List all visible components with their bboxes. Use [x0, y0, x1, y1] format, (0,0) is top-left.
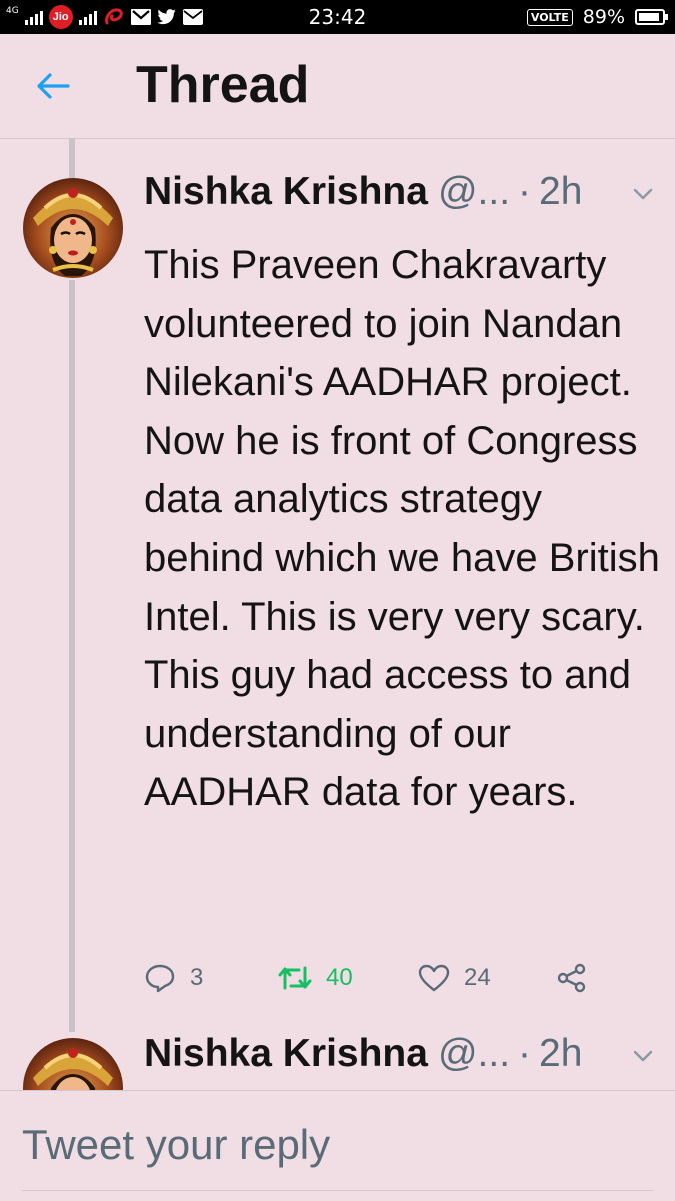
- author-handle[interactable]: @...: [438, 1032, 510, 1076]
- reply-underline: [22, 1189, 653, 1191]
- retweet-icon: [278, 966, 312, 990]
- battery-percent: 89%: [582, 6, 625, 28]
- reply-bar: Tweet your reply: [0, 1090, 675, 1201]
- goddess-avatar-image: [23, 178, 123, 278]
- separator-dot: ·: [518, 1032, 532, 1075]
- share-button[interactable]: [556, 958, 588, 998]
- thread-header: Thread: [0, 34, 675, 139]
- tweet-header: Nishka Krishna @... · 2h: [144, 170, 582, 220]
- tweet-menu-button[interactable]: [628, 1046, 658, 1066]
- chevron-down-icon: [633, 1050, 653, 1062]
- thread-connector-top: [69, 139, 75, 178]
- back-button[interactable]: [30, 67, 76, 105]
- avatar[interactable]: [23, 178, 123, 278]
- chevron-down-icon: [633, 188, 653, 200]
- reply-icon: [145, 964, 175, 993]
- tweet-timestamp[interactable]: 2h: [539, 170, 582, 214]
- author-handle[interactable]: @...: [438, 170, 510, 214]
- like-count: 24: [464, 964, 491, 991]
- share-icon: [557, 963, 586, 993]
- reply-input[interactable]: Tweet your reply: [22, 1121, 652, 1169]
- volte-indicator: VOLTE: [526, 8, 573, 26]
- battery-fill: [639, 13, 659, 21]
- arrow-left-icon: [37, 73, 70, 99]
- page-title: Thread: [136, 56, 310, 114]
- author-name[interactable]: Nishka Krishna: [144, 170, 428, 214]
- tweet-timestamp[interactable]: 2h: [539, 1032, 582, 1076]
- reply-count: 3: [190, 964, 204, 991]
- tweet-actions: 3 40 24: [144, 958, 604, 998]
- battery-icon: [635, 9, 668, 25]
- retweet-button[interactable]: 40: [278, 958, 353, 998]
- status-bar-right: VOLTE 89%: [526, 4, 668, 30]
- separator-dot: ·: [518, 170, 532, 213]
- heart-icon: [418, 964, 450, 992]
- like-button[interactable]: 24: [418, 958, 491, 998]
- tweet-menu-button[interactable]: [628, 184, 658, 204]
- author-name[interactable]: Nishka Krishna: [144, 1032, 428, 1076]
- retweet-count: 40: [326, 964, 353, 991]
- thread-connector: [69, 280, 75, 1032]
- tweet-header: Nishka Krishna @... · 2h: [144, 1032, 582, 1082]
- tweet-text: This Praveen Chakravarty volunteered to …: [144, 243, 660, 815]
- reply-button[interactable]: 3: [144, 958, 203, 998]
- status-bar: 4G Jio 23:42 VOLTE 89%: [0, 0, 675, 34]
